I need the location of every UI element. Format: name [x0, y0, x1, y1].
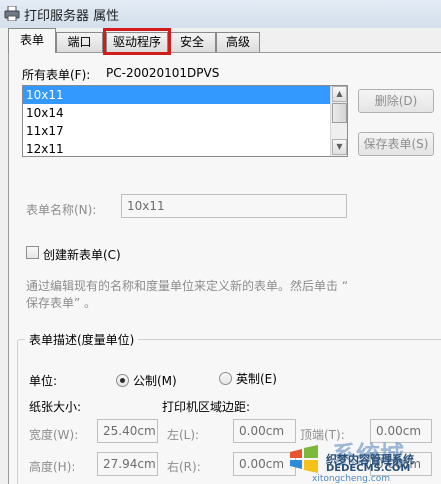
description-text: 通过编辑现有的名称和度量单位来定义新的表单。然后单击 “ 保存表单” 。 — [26, 279, 349, 310]
server-name: PC-20020101DPVS — [106, 66, 220, 80]
metric-radio[interactable] — [116, 374, 129, 387]
watermark-line3: xitongcheng.com — [312, 474, 390, 484]
tab-strip: 表单 端口 驱动程序 安全 高级 — [0, 28, 441, 53]
measurement-group-title: 表单描述(度量单位) — [25, 331, 139, 348]
window-title: 打印服务器 属性 — [24, 9, 120, 24]
all-forms-label: 所有表单(F): — [22, 68, 91, 82]
width-label: 宽度(W): — [29, 428, 79, 442]
printer-icon — [4, 6, 20, 21]
tab-ports[interactable]: 端口 — [56, 32, 103, 52]
create-new-form-label: 创建新表单(C) — [43, 248, 121, 262]
listbox-scrollbar[interactable]: ▲ ▼ — [330, 86, 347, 156]
scroll-thumb[interactable] — [332, 103, 347, 123]
tab-forms[interactable]: 表单 — [8, 28, 56, 53]
unit-label: 单位: — [29, 374, 58, 388]
paper-size-label: 纸张大小: — [29, 400, 82, 414]
list-item[interactable]: 11x17 — [23, 122, 347, 140]
tab-advanced[interactable]: 高级 — [216, 32, 260, 52]
metric-label: 公制(M) — [133, 374, 177, 388]
delete-button[interactable]: 删除(D) — [358, 89, 434, 113]
windows-logo-icon — [290, 445, 318, 473]
english-radio[interactable] — [219, 372, 232, 385]
right-margin-label: 右(R): — [167, 460, 201, 474]
left-margin-label: 左(L): — [167, 428, 200, 442]
create-new-form-checkbox[interactable] — [26, 246, 39, 259]
site-watermark: 系统城 织梦内容管理系统 DEDECMS.COM xitongcheng.com — [282, 432, 441, 484]
width-input[interactable]: 25.40cm — [97, 419, 158, 443]
height-label: 高度(H): — [29, 460, 76, 474]
height-input[interactable]: 27.94cm — [97, 452, 158, 476]
english-label: 英制(E) — [236, 372, 277, 386]
tab-security[interactable]: 安全 — [168, 32, 216, 52]
scroll-up-icon[interactable]: ▲ — [332, 86, 347, 102]
list-item[interactable]: 12x11 — [23, 140, 347, 156]
watermark-line2: DEDECMS.COM — [326, 463, 411, 474]
margins-label: 打印机区域边距: — [162, 400, 251, 414]
tab-drivers[interactable]: 驱动程序 — [106, 32, 168, 52]
scroll-down-icon[interactable]: ▼ — [332, 139, 347, 155]
title-bar: 打印服务器 属性 — [0, 0, 441, 28]
list-item[interactable]: 10x14 — [23, 104, 347, 122]
list-item[interactable]: 10x11 — [23, 86, 330, 104]
form-name-label: 表单名称(N): — [26, 203, 97, 217]
form-name-input[interactable]: 10x11 — [121, 194, 347, 218]
forms-listbox[interactable]: 10x11 10x14 11x17 12x11 ▲ ▼ — [22, 85, 348, 157]
save-form-button[interactable]: 保存表单(S) — [358, 132, 434, 156]
